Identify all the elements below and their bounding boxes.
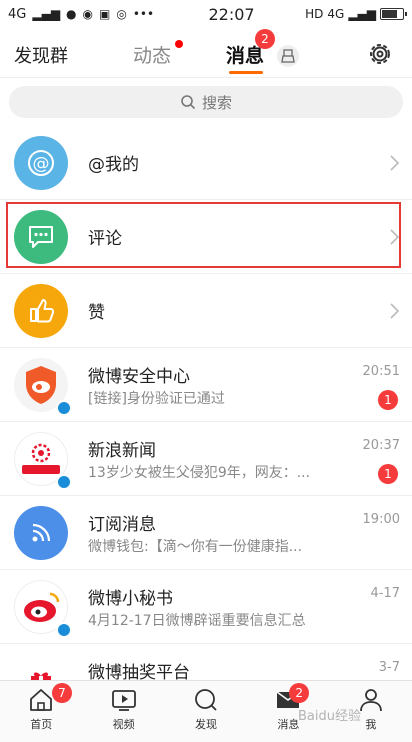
row-time: 20:51 <box>362 364 400 379</box>
row-time: 3-7 <box>378 660 400 675</box>
unread-badge: 1 <box>378 390 398 410</box>
broom-icon[interactable] <box>277 45 299 67</box>
weibo-icon: ◉ <box>82 7 94 21</box>
magnifier-icon <box>195 689 217 711</box>
status-left: 4G ▂▄▆ ● ◉ ▣ ◎ ••• <box>8 7 178 22</box>
at-icon: @ <box>14 136 68 190</box>
tab-home[interactable]: 7 首页 <box>0 681 82 742</box>
signal-right-icon: ▂▄▆ <box>348 7 376 21</box>
verified-badge-icon <box>56 622 72 638</box>
video-icon <box>111 690 136 711</box>
verified-badge-icon <box>56 474 72 490</box>
weibo-messages-screen: 4G ▂▄▆ ● ◉ ▣ ◎ ••• 22:07 HD 4G ▂▄▆ 发现群 动… <box>0 0 412 742</box>
tab-label: 发现 <box>195 718 218 731</box>
home-icon <box>30 689 53 711</box>
tab-video[interactable]: 视频 <box>82 681 164 742</box>
row-title: 微博小秘书 <box>88 589 173 609</box>
thumbs-up-icon <box>14 284 68 338</box>
app-icon: ▣ <box>99 7 111 21</box>
search-icon <box>181 95 196 110</box>
clock: 22:07 <box>208 4 255 24</box>
row-subtitle: 13岁少女被生父侵犯9年，网友：... <box>88 465 311 481</box>
row-subtitle: 微博钱包:【滴～你有一份健康指... <box>88 539 303 555</box>
header: 发现群 动态 消息 2 <box>0 28 412 78</box>
battery-icon <box>380 8 407 20</box>
person-icon <box>359 689 382 712</box>
row-title: 赞 <box>88 303 105 323</box>
tab-label: 首页 <box>30 718 53 731</box>
network-label: 4G <box>8 6 27 22</box>
compass-icon: ◎ <box>116 7 127 21</box>
discover-groups-button[interactable]: 发现群 <box>14 42 68 68</box>
status-bar: 4G ▂▄▆ ● ◉ ▣ ◎ ••• 22:07 HD 4G ▂▄▆ <box>0 0 412 28</box>
hd-label: HD <box>305 7 324 21</box>
row-title: 微博安全中心 <box>88 367 190 387</box>
list-item-likes[interactable]: 赞 <box>0 274 412 348</box>
rss-icon <box>14 506 68 560</box>
tab-label: 我 <box>365 718 377 731</box>
row-title: 订阅消息 <box>88 515 156 535</box>
tab-dongtai[interactable]: 动态 <box>133 41 171 68</box>
chevron-right-icon <box>390 229 400 245</box>
row-time: 19:00 <box>362 512 400 527</box>
svg-text:@: @ <box>33 154 50 174</box>
list-item-subscriptions[interactable]: 订阅消息 微博钱包:【滴～你有一份健康指... 19:00 <box>0 496 412 570</box>
comment-bubble-icon <box>14 210 68 264</box>
watermark: Baidu经验 <box>298 709 361 724</box>
row-subtitle: [链接]身份验证已通过 <box>88 391 225 407</box>
tab-label: 视频 <box>112 718 135 731</box>
row-title: 新浪新闻 <box>88 441 156 461</box>
tab-discover[interactable]: 发现 <box>165 681 247 742</box>
network-right-label: 4G <box>327 7 345 21</box>
chevron-right-icon <box>390 303 400 319</box>
list-item-security-center[interactable]: 微博安全中心 [链接]身份验证已通过 20:51 1 <box>0 348 412 422</box>
verified-badge-icon <box>56 400 72 416</box>
xiaoxi-badge: 2 <box>255 29 275 49</box>
tab-label: 消息 <box>277 718 300 731</box>
home-badge: 7 <box>52 683 72 703</box>
active-tab-underline <box>229 71 263 74</box>
wechat-icon: ● <box>66 7 77 21</box>
chevron-right-icon <box>390 155 400 171</box>
search-bar[interactable]: 搜索 <box>9 86 403 118</box>
messages-badge: 2 <box>289 683 310 703</box>
gear-icon[interactable] <box>366 40 394 68</box>
search-placeholder: 搜索 <box>201 93 232 112</box>
row-title: @我的 <box>88 155 139 175</box>
more-icon: ••• <box>132 7 155 21</box>
row-title: 评论 <box>88 229 122 249</box>
status-right: HD 4G ▂▄▆ <box>305 7 407 21</box>
unread-badge: 1 <box>378 464 398 484</box>
list-item-comments[interactable]: 评论 <box>0 200 412 274</box>
message-list: @ @我的 评论 赞 微博安全中心 [链接]身份验证已通过 20:51 1 新浪… <box>0 126 412 684</box>
list-item-mentions[interactable]: @ @我的 <box>0 126 412 200</box>
list-item-sina-news[interactable]: 新浪新闻 13岁少女被生父侵犯9年，网友：... 20:37 1 <box>0 422 412 496</box>
signal-icon: ▂▄▆ <box>32 7 61 21</box>
row-time: 4-17 <box>370 586 400 601</box>
row-subtitle: 4月12-17日微博辟谣重要信息汇总 <box>88 613 306 629</box>
list-item-weibo-secretary[interactable]: 微博小秘书 4月12-17日微博辟谣重要信息汇总 4-17 <box>0 570 412 644</box>
row-time: 20:37 <box>362 438 400 453</box>
list-item-lottery[interactable]: 微博抽奖平台 3-7 <box>0 644 412 684</box>
dongtai-dot <box>175 40 183 48</box>
